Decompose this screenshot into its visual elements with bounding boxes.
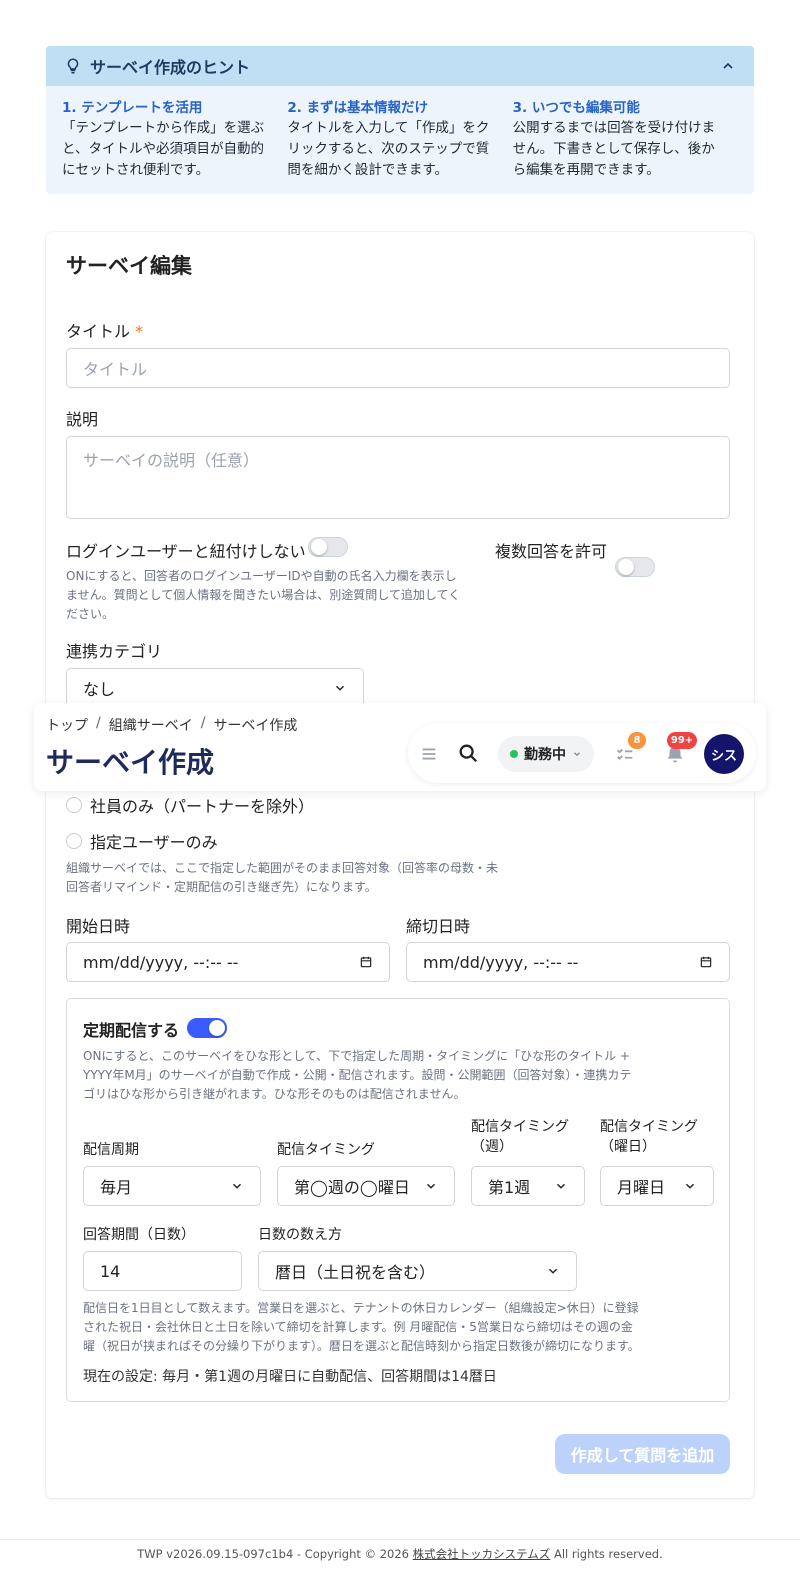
category-select-value: なし bbox=[83, 680, 116, 699]
hint-item: 3. いつでも編集可能 公開するまでは回答を受け付けません。下書きとして保存し、… bbox=[513, 96, 738, 181]
multi-answer-toggle[interactable] bbox=[615, 557, 655, 577]
timing-select[interactable]: 第◯週の◯曜日 bbox=[277, 1166, 455, 1206]
start-label: 開始日時 bbox=[66, 917, 131, 936]
hint-header[interactable]: サーベイ作成のヒント bbox=[46, 46, 754, 86]
footer-divider bbox=[0, 1539, 800, 1540]
tasks-badge: 8 bbox=[628, 732, 646, 749]
recurring-label: 定期配信する bbox=[83, 1021, 180, 1040]
hint-panel: サーベイ作成のヒント 1. テンプレートを活用 「テンプレートから作成」を選ぶと… bbox=[46, 46, 754, 194]
period-label: 回答期間（日数） bbox=[83, 1227, 195, 1243]
weekday-select[interactable]: 月曜日 bbox=[600, 1166, 714, 1206]
hint-item: 2. まずは基本情報だけ タイトルを入力して「作成」をクリックすると、次のステッ… bbox=[287, 96, 512, 181]
recurring-summary: 現在の設定: 毎月・第1週の月曜日に自動配信、回答期間は14暦日 bbox=[83, 1369, 497, 1385]
recurring-help: ONにすると、このサーベイをひな形として、下で指定した周期・タイミングに「ひな形… bbox=[83, 1049, 632, 1101]
anon-label: ログインユーザーと紐付けしない bbox=[66, 542, 306, 561]
hint-item: 1. テンプレートを活用 「テンプレートから作成」を選ぶと、タイトルや必須項目が… bbox=[62, 96, 287, 181]
hint-title: サーベイ作成のヒント bbox=[90, 58, 251, 77]
cycle-select-value: 毎月 bbox=[100, 1178, 133, 1197]
scope-option-label: 社員のみ（パートナーを除外） bbox=[90, 797, 315, 816]
breadcrumb-separator: / bbox=[96, 715, 101, 731]
menu-icon[interactable] bbox=[418, 743, 440, 765]
week-select[interactable]: 第1週 bbox=[471, 1166, 585, 1206]
lightbulb-icon bbox=[67, 58, 79, 74]
footer-company-link[interactable]: 株式会社トッカシステムズ bbox=[413, 1547, 551, 1561]
scope-option-specified[interactable]: 指定ユーザーのみ bbox=[66, 829, 218, 853]
period-input[interactable]: 14 bbox=[83, 1251, 242, 1291]
category-label: 連携カテゴリ bbox=[66, 642, 163, 661]
title-label-text: タイトル bbox=[66, 322, 131, 341]
scope-option-label: 指定ユーザーのみ bbox=[90, 833, 218, 852]
end-datetime-input[interactable]: mm/dd/yyyy, --:-- -- bbox=[406, 942, 730, 982]
notifications-badge: 99+ bbox=[667, 732, 697, 749]
cycle-label: 配信周期 bbox=[83, 1142, 139, 1158]
chevron-down-icon bbox=[335, 685, 345, 691]
multi-answer-label: 複数回答を許可 bbox=[495, 542, 608, 561]
count-method-help: 配信日を1日目として数えます。営業日を選ぶと、テナントの休日カレンダー（組織設定… bbox=[83, 1301, 640, 1353]
required-mark: * bbox=[135, 322, 144, 341]
week-select-value: 第1週 bbox=[488, 1178, 531, 1197]
title-label: タイトル * bbox=[66, 318, 143, 342]
count-method-value: 暦日（土日祝を含む） bbox=[275, 1263, 436, 1282]
breadcrumb-current: サーベイ作成 bbox=[213, 718, 298, 734]
hint-item-body: 公開するまでは回答を受け付けません。下書きとして保存し、後から編集を再開できます… bbox=[512, 120, 716, 178]
end-label: 締切日時 bbox=[406, 917, 471, 936]
calendar-icon[interactable] bbox=[699, 955, 713, 969]
chevron-up-icon[interactable] bbox=[720, 58, 736, 74]
hint-item-heading: 2. まずは基本情報だけ bbox=[287, 100, 429, 116]
status-dot bbox=[510, 750, 518, 758]
count-method-label: 日数の数え方 bbox=[258, 1227, 342, 1243]
breadcrumb-top[interactable]: トップ bbox=[46, 715, 88, 735]
count-method-select[interactable]: 暦日（土日祝を含む） bbox=[258, 1251, 577, 1291]
radio-button[interactable] bbox=[66, 797, 82, 813]
cycle-select[interactable]: 毎月 bbox=[83, 1166, 261, 1206]
recurring-section: 定期配信する ONにすると、このサーベイをひな形として、下で指定した周期・タイミ… bbox=[66, 998, 730, 1402]
timing-select-value: 第◯週の◯曜日 bbox=[294, 1178, 410, 1197]
work-status-label: 勤務中 bbox=[524, 747, 566, 763]
avatar[interactable]: シス bbox=[704, 734, 744, 774]
chevron-down-icon bbox=[556, 1183, 566, 1189]
chevron-down-icon bbox=[426, 1183, 436, 1189]
form-heading: サーベイ編集 bbox=[66, 254, 192, 278]
footer: TWP v2026.09.15-097c1b4 - Copyright © 20… bbox=[0, 1546, 800, 1562]
create-and-add-question-button[interactable]: 作成して質問を追加 bbox=[555, 1434, 730, 1474]
page-header: トップ / 組織サーベイ / サーベイ作成 サーベイ作成 勤務中 8 99+ シ… bbox=[34, 703, 766, 791]
category-select[interactable]: なし bbox=[66, 668, 364, 708]
footer-copyright: TWP v2026.09.15-097c1b4 - Copyright © 20… bbox=[137, 1547, 409, 1561]
scope-option-employees[interactable]: 社員のみ（パートナーを除外） bbox=[66, 793, 314, 817]
page-title: サーベイ作成 bbox=[46, 746, 215, 779]
hint-item-body: 「テンプレートから作成」を選ぶと、タイトルや必須項目が自動的にセットされ便利です… bbox=[62, 120, 265, 178]
calendar-icon[interactable] bbox=[359, 955, 373, 969]
description-label: 説明 bbox=[66, 410, 99, 429]
breadcrumb: トップ / 組織サーベイ / サーベイ作成 bbox=[46, 715, 297, 735]
recurring-toggle[interactable] bbox=[187, 1018, 227, 1038]
start-datetime-input[interactable]: mm/dd/yyyy, --:-- -- bbox=[66, 942, 390, 982]
hint-item-heading: 3. いつでも編集可能 bbox=[512, 100, 640, 116]
chevron-down-icon bbox=[574, 752, 580, 757]
work-status-dropdown[interactable]: 勤務中 bbox=[498, 736, 594, 772]
survey-form-card: サーベイ編集 タイトル * タイトル 説明 サーベイの説明（任意） ログインユー… bbox=[46, 232, 754, 1498]
chevron-down-icon bbox=[685, 1183, 695, 1189]
breadcrumb-org-survey[interactable]: 組織サーベイ bbox=[109, 715, 193, 735]
week-label: 配信タイミング（週） bbox=[471, 1119, 569, 1155]
weekday-label: 配信タイミング（曜日） bbox=[600, 1119, 698, 1155]
title-input[interactable]: タイトル bbox=[66, 348, 730, 388]
timing-label: 配信タイミング bbox=[277, 1142, 375, 1158]
hint-item-heading: 1. テンプレートを活用 bbox=[62, 100, 203, 116]
anon-help: ONにすると、回答者のログインユーザーIDや自動の氏名入力欄を表示しません。質問… bbox=[66, 569, 461, 621]
search-icon[interactable] bbox=[457, 742, 479, 764]
anon-toggle[interactable] bbox=[308, 537, 348, 557]
description-textarea[interactable]: サーベイの説明（任意） bbox=[66, 436, 730, 519]
breadcrumb-separator: / bbox=[200, 715, 206, 731]
footer-rights: All rights reserved. bbox=[553, 1547, 663, 1561]
chevron-down-icon bbox=[548, 1268, 558, 1274]
chevron-down-icon bbox=[232, 1183, 242, 1189]
scope-help: 組織サーベイでは、ここで指定した範囲がそのまま回答対象（回答率の母数・未回答者リ… bbox=[66, 861, 499, 894]
weekday-select-value: 月曜日 bbox=[617, 1178, 666, 1197]
start-datetime-value: mm/dd/yyyy, --:-- -- bbox=[83, 952, 239, 972]
hint-item-body: タイトルを入力して「作成」をクリックすると、次のステップで質問を細かく設計できま… bbox=[287, 120, 490, 178]
radio-button[interactable] bbox=[66, 833, 82, 849]
end-datetime-value: mm/dd/yyyy, --:-- -- bbox=[423, 952, 579, 972]
